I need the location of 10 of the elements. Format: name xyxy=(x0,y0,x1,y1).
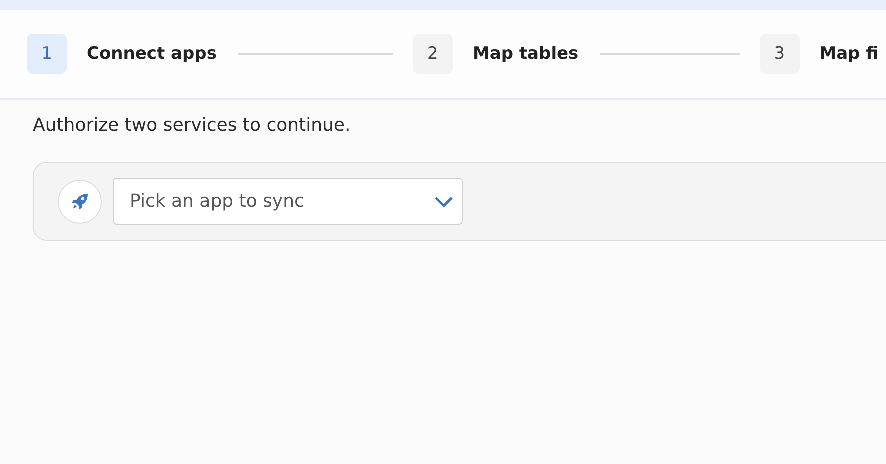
step-number[interactable]: 3 xyxy=(760,34,800,74)
instruction-text: Authorize two services to continue. xyxy=(33,114,352,138)
step-label[interactable]: Map fi xyxy=(820,44,879,64)
chevron-down-icon xyxy=(434,196,454,208)
step-number[interactable]: 2 xyxy=(412,34,453,74)
rocket-icon xyxy=(58,180,102,224)
step-label[interactable]: Connect apps xyxy=(87,44,217,64)
app-dropdown[interactable]: Pick an app to sync xyxy=(113,178,463,225)
step-label[interactable]: Map tables xyxy=(472,44,579,64)
step-number[interactable]: 1 xyxy=(27,34,67,74)
